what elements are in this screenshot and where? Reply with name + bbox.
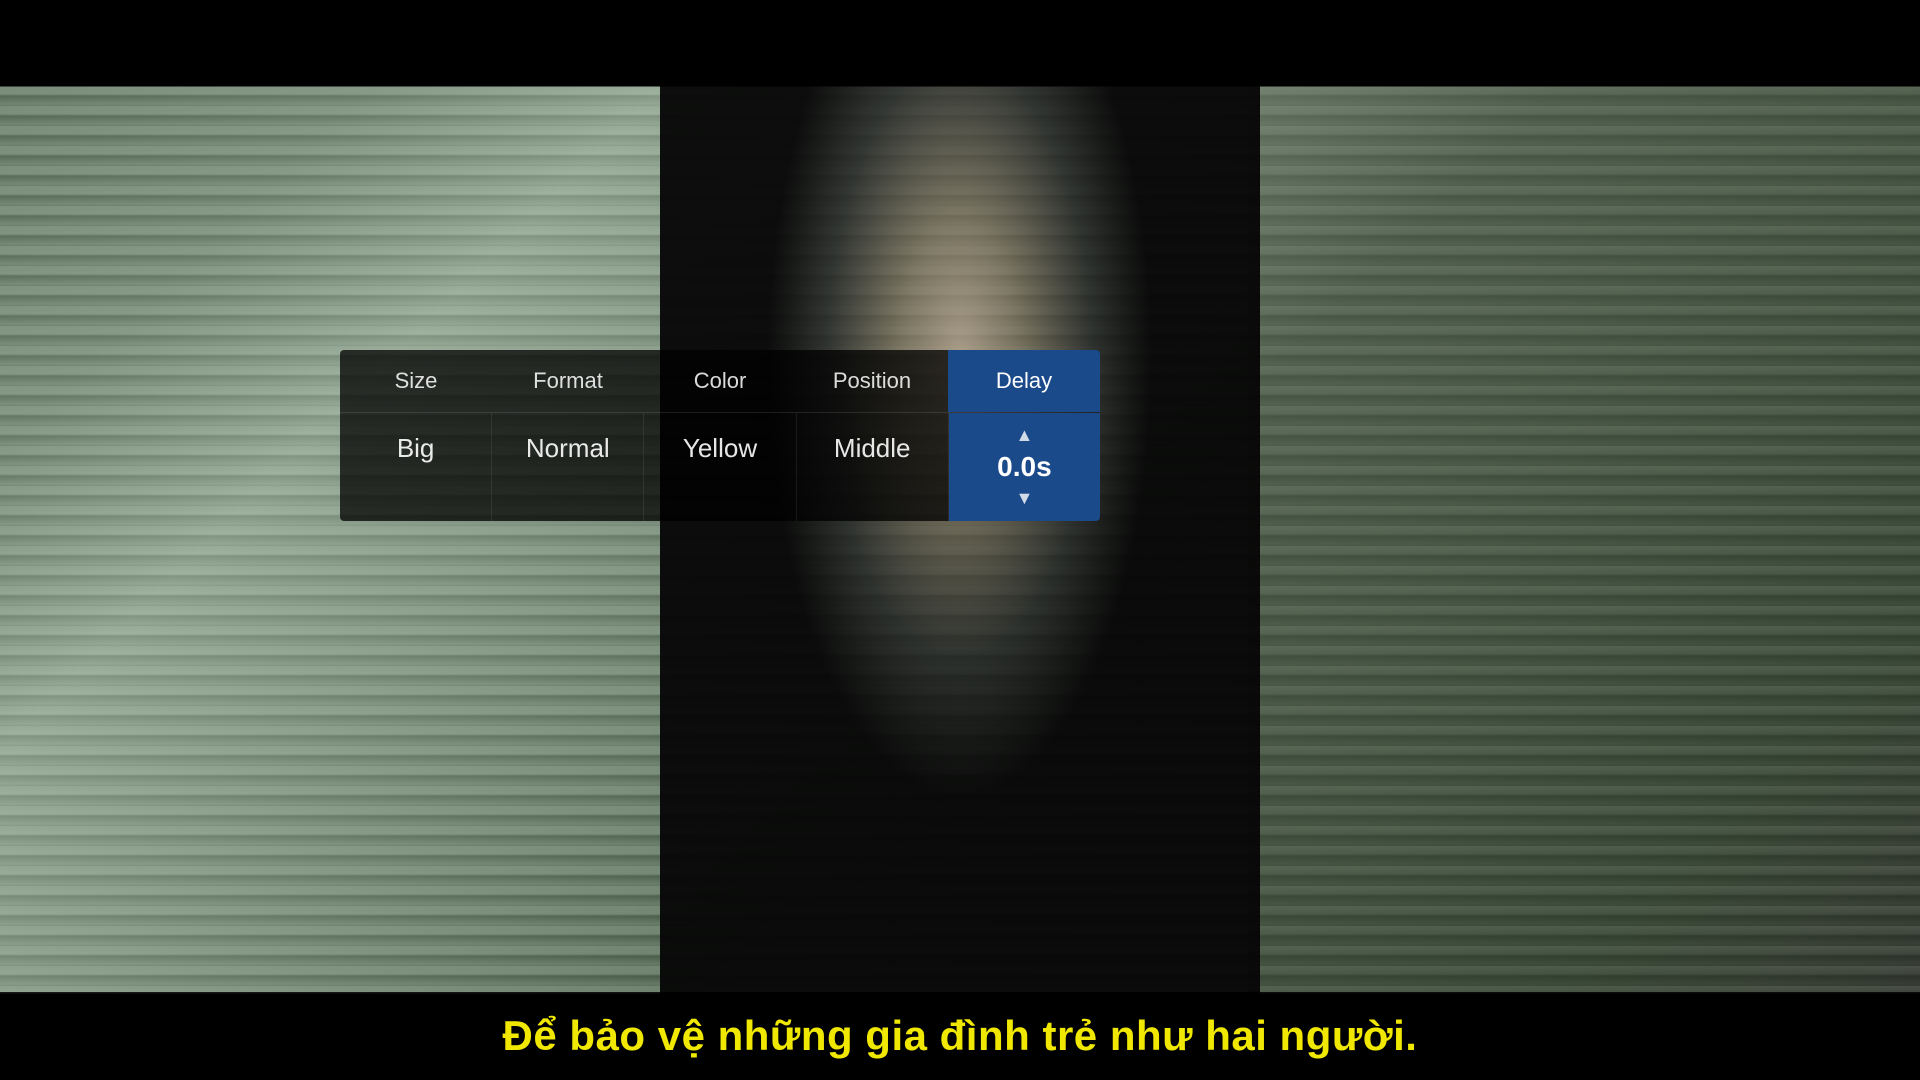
value-format[interactable]: Normal: [492, 413, 644, 521]
color-value: Yellow: [683, 433, 757, 463]
delay-label: Delay: [996, 368, 1052, 393]
letterbox-overlay: [0, 0, 1920, 1080]
settings-values-row: Big Normal Yellow Middle ▲ 0.0s ▼: [340, 413, 1100, 521]
format-label: Format: [533, 368, 603, 393]
header-format[interactable]: Format: [492, 350, 644, 412]
value-size[interactable]: Big: [340, 413, 492, 521]
video-container: Size Format Color Position Delay Big Nor…: [0, 0, 1920, 1080]
size-label: Size: [395, 368, 438, 393]
header-size[interactable]: Size: [340, 350, 492, 412]
value-color[interactable]: Yellow: [644, 413, 796, 521]
format-value: Normal: [526, 433, 610, 463]
delay-down-button[interactable]: ▼: [1008, 484, 1042, 513]
header-position[interactable]: Position: [796, 350, 948, 412]
header-color[interactable]: Color: [644, 350, 796, 412]
settings-header: Size Format Color Position Delay: [340, 350, 1100, 413]
value-delay[interactable]: ▲ 0.0s ▼: [949, 413, 1100, 521]
color-label: Color: [694, 368, 747, 393]
value-position[interactable]: Middle: [797, 413, 949, 521]
subtitle-bar: Để bảo vệ những gia đình trẻ như hai ngư…: [0, 992, 1920, 1080]
header-delay[interactable]: Delay: [948, 350, 1100, 412]
delay-value: 0.0s: [997, 450, 1052, 484]
size-value: Big: [397, 433, 435, 463]
delay-up-button[interactable]: ▲: [1008, 421, 1042, 450]
position-value: Middle: [834, 433, 911, 463]
position-label: Position: [833, 368, 911, 393]
subtitle-text: Để bảo vệ những gia đình trẻ như hai ngư…: [503, 1012, 1418, 1060]
settings-panel: Size Format Color Position Delay Big Nor…: [340, 350, 1100, 521]
